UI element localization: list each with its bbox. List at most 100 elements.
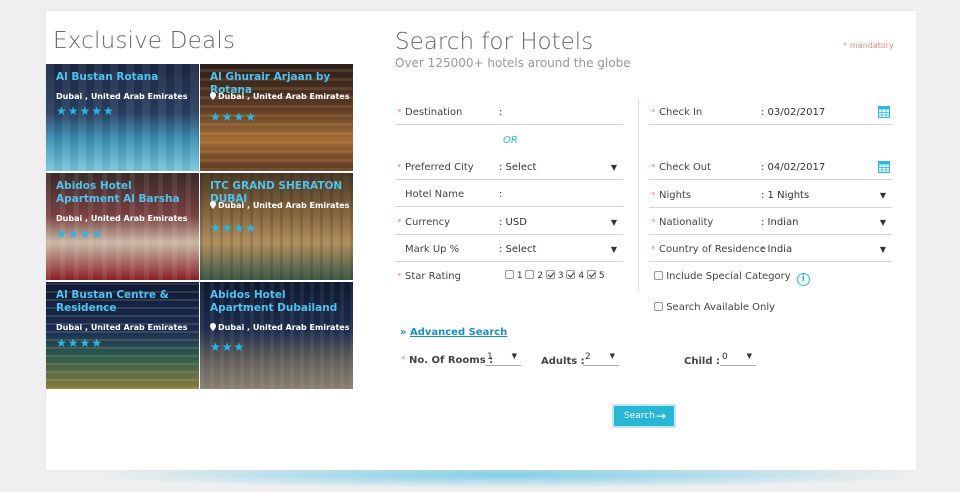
star-3-checkbox[interactable] (545, 270, 555, 279)
map-pin-icon (210, 92, 216, 100)
available-only-checkbox[interactable] (654, 302, 663, 311)
residence-select[interactable]: * Country of Residence : India ▼ (649, 242, 892, 262)
deals-title: Exclusive Deals (53, 28, 236, 54)
deal-location: Dubai , United Arab Emirates (218, 92, 350, 101)
required-mark: * (651, 245, 656, 255)
required-mark: * (651, 218, 656, 228)
mandatory-label: mandatory (850, 41, 894, 50)
adults-label: Adults : (541, 356, 585, 367)
residence-label: Country of Residence (659, 244, 766, 255)
star-rating-label: Star Rating (405, 271, 461, 282)
calendar-icon[interactable] (878, 106, 890, 118)
check-in-value: : 03/02/2017 (761, 107, 826, 118)
child-value: 0 (722, 352, 728, 362)
check-out-value: : 04/02/2017 (761, 162, 826, 173)
check-out-field[interactable]: * Check Out : 04/02/2017 (649, 160, 892, 180)
dropdown-arrow-icon: ▼ (879, 218, 886, 227)
calendar-icon[interactable] (878, 161, 890, 173)
star-4-checkbox[interactable] (566, 270, 576, 279)
nights-label: Nights (659, 190, 692, 201)
star-2-checkbox[interactable] (525, 270, 535, 279)
required-mark: * (401, 355, 406, 365)
preferred-city-value: : Select (499, 162, 537, 173)
deal-name: Al Bustan Centre & Residence (56, 289, 169, 314)
required-mark: * (651, 108, 656, 118)
dropdown-arrow-icon: ▼ (610, 163, 617, 172)
required-mark: * (397, 272, 402, 282)
star-2-label: 2 (537, 271, 544, 281)
map-pin-icon (210, 201, 216, 209)
star-1-label: 1 (516, 271, 523, 281)
deal-location-wrap: Dubai , United Arab Emirates (210, 323, 349, 332)
deal-location: Dubai , United Arab Emirates (218, 323, 350, 332)
check-in-field[interactable]: * Check In : 03/02/2017 (649, 105, 892, 125)
check-in-label: Check In (659, 107, 703, 118)
deals-grid: Al Bustan Rotana Dubai , United Arab Emi… (46, 64, 353, 389)
dropdown-arrow-icon: ▼ (609, 352, 615, 360)
destination-input[interactable]: : (499, 107, 502, 118)
special-category-option[interactable]: Include Special Category i (649, 269, 892, 289)
deal-tile[interactable]: Al Bustan Centre & Residence Dubai , Uni… (46, 282, 199, 389)
star-rating-field: * Star Rating 1 2 3 4 5 (395, 269, 623, 289)
mandatory-note: * mandatory (843, 41, 894, 50)
star-5-checkbox[interactable] (586, 270, 596, 279)
deal-stars: ★★★★ (56, 336, 104, 350)
form-subtitle: Over 125000+ hotels around the globe (395, 56, 631, 70)
chevron-right-icon: » (400, 327, 407, 338)
adults-select[interactable]: 2 ▼ (583, 352, 619, 366)
residence-value: : India (761, 244, 793, 255)
available-only-label: Search Available Only (666, 302, 776, 313)
rooms-select[interactable]: 1 ▼ (485, 352, 521, 366)
required-mark: * (397, 218, 402, 228)
hotel-name-field[interactable]: Hotel Name : (395, 187, 623, 207)
deal-tile[interactable]: ITC GRAND SHERATON DUBAI Dubai , United … (200, 173, 353, 280)
rooms-value: 1 (487, 352, 493, 362)
nights-select[interactable]: * Nights : 1 Nights ▼ (649, 188, 892, 208)
deal-name: Abidos Hotel Apartment Dubailand (210, 289, 338, 314)
available-only-option[interactable]: Search Available Only (649, 300, 892, 320)
special-category-wrap: Include Special Category i (654, 271, 810, 286)
star-1-checkbox[interactable] (505, 270, 514, 279)
hotel-name-input[interactable]: : (499, 189, 502, 200)
form-title: Search for Hotels (395, 29, 594, 55)
star-5-label: 5 (598, 271, 605, 281)
preferred-city-select[interactable]: * Preferred City : Select ▼ (395, 160, 623, 180)
deal-location-wrap: Dubai , United Arab Emirates (210, 92, 349, 101)
special-category-label: Include Special Category (666, 271, 791, 282)
deal-location-wrap: Dubai , United Arab Emirates (210, 201, 349, 210)
star-rating-options: 1 2 3 4 5 (505, 270, 605, 281)
markup-select[interactable]: Mark Up % : Select ▼ (395, 242, 623, 262)
arrow-right-icon: → (655, 409, 666, 423)
deal-tile[interactable]: Al Bustan Rotana Dubai , United Arab Emi… (46, 64, 199, 171)
nationality-value: : Indian (761, 217, 799, 228)
child-select[interactable]: 0 ▼ (720, 352, 756, 366)
deal-tile[interactable]: Abidos Hotel Apartment Dubailand Dubai ,… (200, 282, 353, 389)
deal-location: Dubai , United Arab Emirates (56, 323, 188, 332)
dropdown-arrow-icon: ▼ (610, 245, 617, 254)
dropdown-arrow-icon: ▼ (610, 218, 617, 227)
destination-field[interactable]: * Destination : (395, 105, 623, 125)
deal-location: Dubai , United Arab Emirates (218, 201, 350, 210)
info-icon[interactable]: i (796, 273, 810, 286)
deal-stars: ★★★★ (210, 110, 258, 124)
required-mark: * (397, 163, 402, 173)
star-3-label: 3 (557, 271, 564, 281)
deal-stars: ★★★ (210, 340, 246, 354)
special-category-checkbox[interactable] (654, 271, 663, 280)
dropdown-arrow-icon: ▼ (746, 352, 752, 360)
deal-location: Dubai , United Arab Emirates (56, 92, 188, 101)
deal-name: Abidos Hotel Apartment Al Barsha (56, 180, 180, 205)
preferred-city-label: Preferred City (405, 162, 474, 173)
search-button[interactable]: Search → (612, 404, 676, 428)
hotel-name-label: Hotel Name (405, 189, 465, 200)
deal-stars: ★★★★★ (56, 104, 115, 118)
available-only-wrap: Search Available Only (654, 302, 775, 313)
advanced-search-link[interactable]: » Advanced Search (400, 327, 507, 338)
currency-select[interactable]: * Currency : USD ▼ (395, 215, 623, 235)
nationality-select[interactable]: * Nationality : Indian ▼ (649, 215, 892, 235)
deal-tile[interactable]: Al Ghurair Arjaan by Rotana Dubai , Unit… (200, 64, 353, 171)
deal-tile[interactable]: Abidos Hotel Apartment Al Barsha Dubai ,… (46, 173, 199, 280)
required-mark: * (397, 108, 402, 118)
advanced-search-label: Advanced Search (409, 327, 508, 338)
main-card: Exclusive Deals Al Bustan Rotana Dubai ,… (46, 11, 916, 470)
